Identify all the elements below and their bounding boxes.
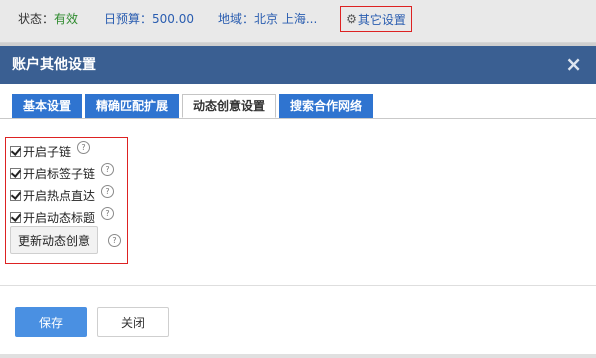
budget-field[interactable]: 日预算：500.00 [104, 11, 194, 27]
tabs-divider [0, 118, 596, 119]
bottom-edge [0, 354, 596, 358]
budget-value: 500.00 [152, 12, 195, 26]
help-icon[interactable]: ? [101, 206, 115, 220]
option-hotspot-direct: 开启热点直达 ? [10, 184, 115, 204]
help-icon[interactable]: ? [101, 162, 115, 176]
option-sublink: 开启子链 ? [10, 140, 91, 160]
status-field: 状态：有效 [18, 11, 78, 27]
footer-divider [0, 285, 596, 286]
help-icon[interactable]: ? [108, 234, 121, 247]
update-dynamic-creative-button[interactable]: 更新动态创意 [10, 226, 98, 254]
save-button[interactable]: 保存 [15, 307, 87, 337]
region-field[interactable]: 地域：北京 上海... [218, 11, 317, 27]
tab-dynamic-creative-settings[interactable]: 动态创意设置 [182, 94, 277, 118]
help-icon[interactable]: ? [77, 140, 91, 154]
option-dynamic-title: 开启动态标题 ? [10, 206, 115, 226]
account-info-bar: 状态：有效 日预算：500.00 地域：北京 上海... ⚙ 其它设置 [0, 0, 596, 43]
sublink-checkbox[interactable] [10, 145, 21, 157]
dynamic-title-checkbox[interactable] [10, 211, 21, 223]
region-value: 北京 上海... [254, 12, 318, 26]
option-tag-sublink: 开启标签子链 ? [10, 162, 115, 182]
option-label: 开启热点直达 [23, 188, 96, 203]
region-label: 地域： [218, 12, 255, 26]
close-button[interactable]: 关闭 [97, 307, 169, 337]
tab-search-partner-network[interactable]: 搜索合作网络 [279, 94, 374, 118]
settings-tabs: 基本设置 精确匹配扩展 动态创意设置 搜索合作网络 [12, 94, 376, 118]
status-value: 有效 [54, 12, 79, 26]
account-settings-dialog: 账户其他设置 × 基本设置 精确匹配扩展 动态创意设置 搜索合作网络 开启子链 … [0, 46, 596, 358]
hotspot-direct-checkbox[interactable] [10, 189, 21, 201]
close-icon[interactable]: × [565, 52, 582, 76]
help-icon[interactable]: ? [101, 184, 115, 198]
tag-sublink-checkbox[interactable] [10, 167, 21, 179]
status-label: 状态： [18, 12, 55, 26]
option-label: 开启子链 [23, 144, 72, 159]
tab-basic-settings[interactable]: 基本设置 [12, 94, 83, 118]
option-label: 开启动态标题 [23, 210, 96, 225]
other-settings-link[interactable]: ⚙ 其它设置 [340, 6, 412, 32]
gear-icon: ⚙ [346, 12, 357, 26]
tab-exact-match-expansion[interactable]: 精确匹配扩展 [85, 94, 180, 118]
budget-label: 日预算： [104, 12, 153, 26]
other-settings-label: 其它设置 [357, 12, 406, 27]
dialog-header: 账户其他设置 × [0, 46, 596, 84]
dynamic-creative-options: 开启子链 ? 开启标签子链 ? 开启热点直达 ? 开启动态标题 ? 更新动态创意… [5, 137, 128, 264]
option-label: 开启标签子链 [23, 166, 96, 181]
dialog-title: 账户其他设置 [12, 57, 96, 73]
